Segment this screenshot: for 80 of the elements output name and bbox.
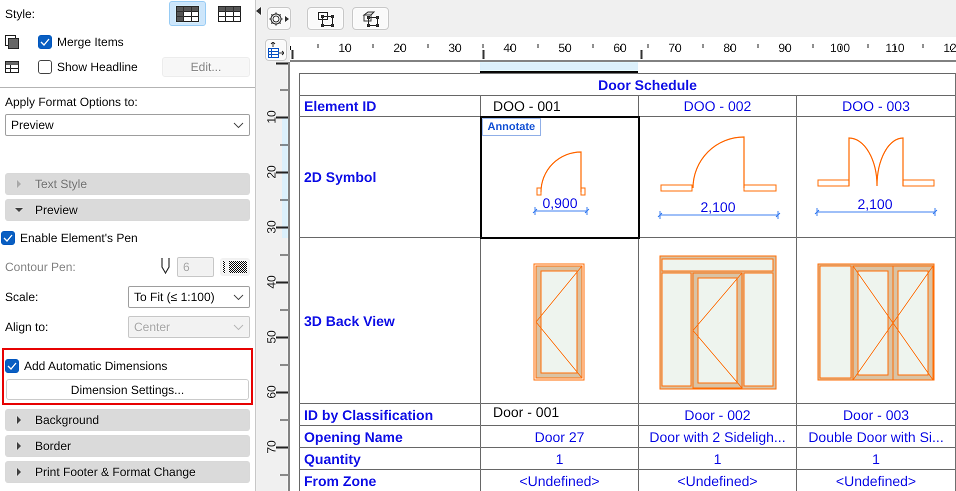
- fill-pattern-icon[interactable]: [220, 258, 250, 276]
- ruler-label: 70: [264, 440, 279, 454]
- ruler-label: 30: [264, 220, 279, 234]
- table-arrows-icon: [268, 42, 284, 58]
- row-label: Element ID: [300, 96, 480, 116]
- caret-right-icon: [15, 468, 23, 476]
- table-cell: Door with 2 Sideligh...: [638, 426, 796, 448]
- table-cell: Double Door with Si...: [796, 426, 956, 448]
- table-cell: 1: [480, 448, 638, 470]
- row-label: Quantity: [300, 448, 480, 470]
- ruler-label: 40: [264, 275, 279, 289]
- table-cell: Door - 002: [638, 404, 796, 426]
- style-label: Style:: [5, 6, 36, 20]
- pen-icon: [161, 258, 170, 274]
- ruler-label: 90: [778, 41, 792, 55]
- table-cell: 1: [638, 448, 796, 470]
- ruler-label: 20: [264, 165, 279, 179]
- checkbox[interactable]: [1, 231, 15, 245]
- table-grid-icon: [218, 6, 241, 22]
- ruler-label: 60: [264, 385, 279, 399]
- ruler-label: 50: [264, 330, 279, 344]
- caret-down-icon: [15, 206, 23, 214]
- table-style-button[interactable]: [169, 1, 206, 26]
- resize-frame-icon: [316, 10, 334, 26]
- enable-pen-label: Enable Element's Pen: [20, 231, 138, 245]
- section-header[interactable]: Background: [5, 409, 250, 431]
- caret-right-icon: [15, 180, 23, 188]
- fit-frame-button[interactable]: [307, 7, 344, 30]
- collapse-arrow-icon[interactable]: [256, 7, 261, 15]
- row-label: ID by Classification: [300, 404, 480, 426]
- merge-icon: [5, 34, 19, 48]
- dimension-settings-button[interactable]: Dimension Settings...: [6, 379, 249, 400]
- table-cell: Door 27: [480, 426, 638, 448]
- headline-icon: [5, 60, 19, 72]
- section-header[interactable]: Border: [5, 435, 250, 457]
- dimension-label: 2,100: [857, 196, 893, 212]
- table-cell: 1: [796, 448, 956, 470]
- chevron-down-icon: [233, 122, 244, 128]
- scale-label: Scale:: [5, 290, 38, 304]
- row-label: Opening Name: [300, 426, 480, 448]
- scale-dropdown[interactable]: To Fit (≤ 1:100): [128, 286, 250, 308]
- show-headline-label: Show Headline: [57, 60, 138, 74]
- door-plan-drawing: [532, 151, 589, 216]
- dimension-label: 2,100: [700, 199, 736, 215]
- row-label: 3D Back View: [300, 238, 480, 404]
- chevron-down-icon: [233, 294, 244, 300]
- caret-right-icon: [15, 442, 23, 450]
- schedule-title: Door Schedule: [300, 74, 956, 96]
- row-label: From Zone: [300, 470, 480, 491]
- apply-format-dropdown[interactable]: Preview: [5, 114, 250, 136]
- contour-pen-label: Contour Pen:: [5, 260, 76, 274]
- align-label: Align to:: [5, 320, 48, 334]
- ruler-label: 10: [264, 110, 279, 124]
- object-frame-icon: [362, 10, 380, 26]
- orientation-button[interactable]: [265, 38, 287, 60]
- dimension-label: 0,900: [542, 195, 578, 211]
- section-header[interactable]: Preview: [5, 199, 250, 221]
- checkbox[interactable]: [38, 34, 52, 48]
- ruler-label: 80: [723, 41, 737, 55]
- apply-format-label: Apply Format Options to:: [5, 95, 138, 109]
- section-header[interactable]: Print Footer & Format Change: [5, 461, 250, 483]
- settings-icon: [268, 10, 290, 26]
- chevron-down-icon: [233, 324, 244, 330]
- ruler-label: 100: [830, 41, 850, 55]
- table-grid-icon: [176, 6, 199, 22]
- ruler-label: 12: [943, 41, 956, 55]
- settings-button[interactable]: [267, 7, 291, 30]
- auto-dimensions-label: Add Automatic Dimensions: [24, 359, 168, 373]
- fit-object-button[interactable]: [352, 7, 389, 30]
- row-label: 2D Symbol: [300, 116, 480, 238]
- ruler-label: 110: [885, 41, 905, 55]
- caret-right-icon: [15, 416, 23, 424]
- checkbox[interactable]: [38, 60, 52, 74]
- checkbox[interactable]: [5, 359, 19, 373]
- table-cell: Door - 003: [796, 404, 956, 426]
- table-cell: DOO - 003: [796, 96, 956, 116]
- merge-items-label: Merge Items: [57, 34, 124, 48]
- annotate-tag[interactable]: Annotate: [482, 118, 542, 136]
- table-cell: DOO - 002: [638, 96, 796, 116]
- table-cell: Door - 001: [480, 404, 638, 426]
